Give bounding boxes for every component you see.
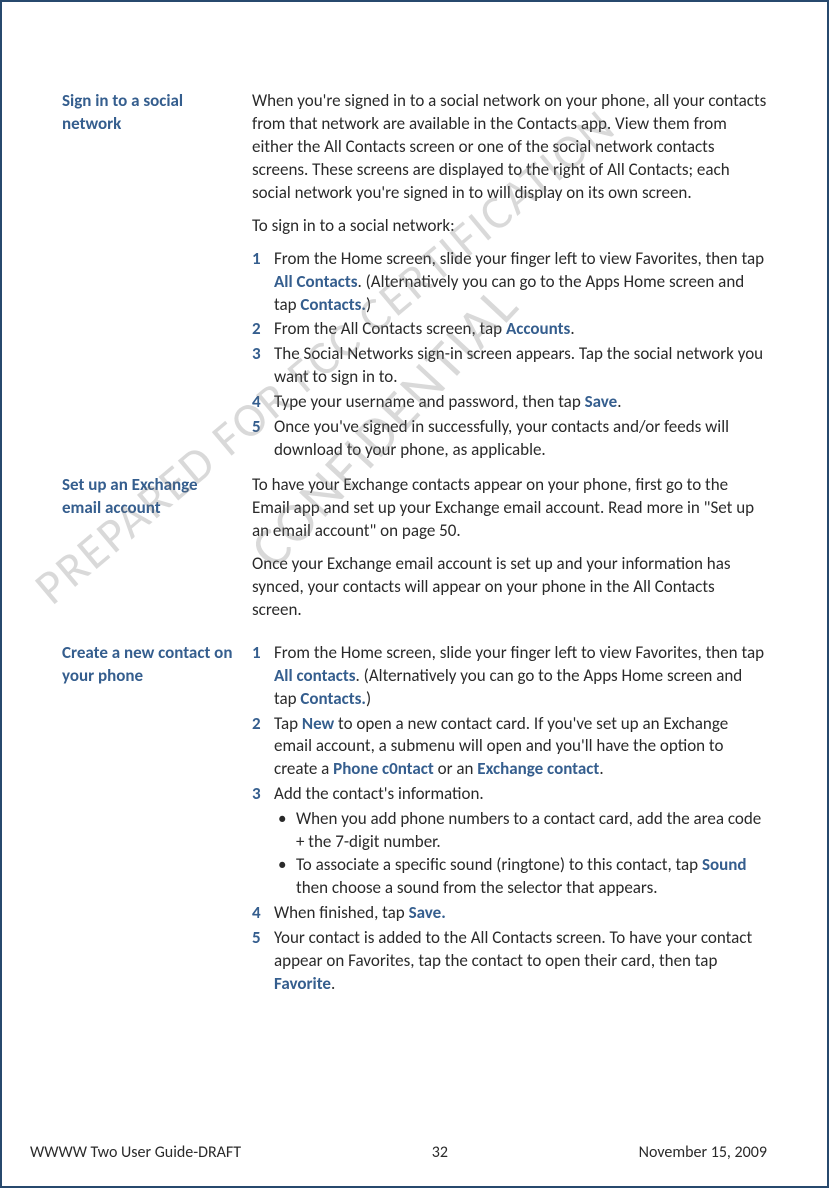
bullet-2: To associate a specific sound (ringtone)… xyxy=(274,854,767,900)
step-text: Add the contact's information. When you … xyxy=(274,783,767,900)
link-accounts: Accounts xyxy=(506,318,570,339)
create-step-2: 2 Tap New to open a new contact card. If… xyxy=(252,713,767,782)
create-bullets: When you add phone numbers to a contact … xyxy=(274,808,767,900)
body-create: 1 From the Home screen, slide your finge… xyxy=(252,642,767,998)
create-step-5: 5 Your contact is added to the All Conta… xyxy=(252,927,767,996)
create-step-3: 3 Add the contact's information. When yo… xyxy=(252,783,767,900)
link-favorite: Favorite xyxy=(274,973,331,994)
step-text: Tap New to open a new contact card. If y… xyxy=(274,713,767,782)
exchange-p1: To have your Exchange contacts appear on… xyxy=(252,474,767,543)
create-step-1: 1 From the Home screen, slide your finge… xyxy=(252,642,767,711)
step-text: From the Home screen, slide your finger … xyxy=(274,642,767,711)
heading-create: Create a new contact on your phone xyxy=(62,642,252,998)
bullet-1: When you add phone numbers to a contact … xyxy=(274,808,767,854)
step-number: 3 xyxy=(252,343,274,389)
create-step-4: 4 When finished, tap Save. xyxy=(252,902,767,925)
step-text: Once you've signed in successfully, your… xyxy=(274,416,767,462)
signin-step-3: 3 The Social Networks sign-in screen app… xyxy=(252,343,767,389)
bullet-text: To associate a specific sound (ringtone)… xyxy=(296,854,767,900)
section-signin: Sign in to a social network When you're … xyxy=(62,90,767,464)
step-text: From the All Contacts screen, tap Accoun… xyxy=(274,318,767,341)
link-phone-contact: Phone c0ntact xyxy=(333,758,434,779)
step-text: Your contact is added to the All Contact… xyxy=(274,927,767,996)
step-number: 1 xyxy=(252,642,274,711)
step-number: 4 xyxy=(252,391,274,414)
section-create: Create a new contact on your phone 1 Fro… xyxy=(62,642,767,998)
signin-step-2: 2 From the All Contacts screen, tap Acco… xyxy=(252,318,767,341)
footer-left: WWWW Two User Guide-DRAFT xyxy=(30,1142,241,1164)
body-exchange: To have your Exchange contacts appear on… xyxy=(252,474,767,632)
step-number: 2 xyxy=(252,318,274,341)
step-number: 1 xyxy=(252,248,274,317)
footer-date: November 15, 2009 xyxy=(639,1142,767,1164)
step-number: 2 xyxy=(252,713,274,782)
link-all-contacts: All Contacts xyxy=(274,271,358,292)
step3-text: Add the contact's information. xyxy=(274,783,484,804)
link-exchange-contact: Exchange contact xyxy=(477,758,599,779)
page-footer: WWWW Two User Guide-DRAFT 32 November 15… xyxy=(30,1142,767,1164)
link-contacts: Contacts. xyxy=(300,688,366,709)
link-new: New xyxy=(302,713,334,734)
exchange-p2: Once your Exchange email account is set … xyxy=(252,553,767,622)
step-text: When finished, tap Save. xyxy=(274,902,767,925)
step-number: 4 xyxy=(252,902,274,925)
step-text: Type your username and password, then ta… xyxy=(274,391,767,414)
signin-step-4: 4 Type your username and password, then … xyxy=(252,391,767,414)
link-all-contacts: All contacts xyxy=(274,665,356,686)
section-exchange: Set up an Exchange email account To have… xyxy=(62,474,767,632)
signin-p1: When you're signed in to a social networ… xyxy=(252,90,767,205)
step-text: The Social Networks sign-in screen appea… xyxy=(274,343,767,389)
step-text: From the Home screen, slide your finger … xyxy=(274,248,767,317)
signin-step-5: 5 Once you've signed in successfully, yo… xyxy=(252,416,767,462)
bullet-text: When you add phone numbers to a contact … xyxy=(296,808,767,854)
body-signin: When you're signed in to a social networ… xyxy=(252,90,767,464)
link-contacts: Contacts. xyxy=(300,294,366,315)
heading-signin: Sign in to a social network xyxy=(62,90,252,464)
link-save: Save. xyxy=(409,902,446,923)
heading-exchange: Set up an Exchange email account xyxy=(62,474,252,632)
signin-p2: To sign in to a social network: xyxy=(252,215,767,238)
link-save: Save xyxy=(585,391,618,412)
step-number: 5 xyxy=(252,416,274,462)
link-sound: Sound xyxy=(702,854,747,875)
step-number: 3 xyxy=(252,783,274,900)
step-number: 5 xyxy=(252,927,274,996)
signin-steps: 1 From the Home screen, slide your finge… xyxy=(252,248,767,462)
create-steps: 1 From the Home screen, slide your finge… xyxy=(252,642,767,996)
footer-page-number: 32 xyxy=(432,1142,448,1164)
signin-step-1: 1 From the Home screen, slide your finge… xyxy=(252,248,767,317)
